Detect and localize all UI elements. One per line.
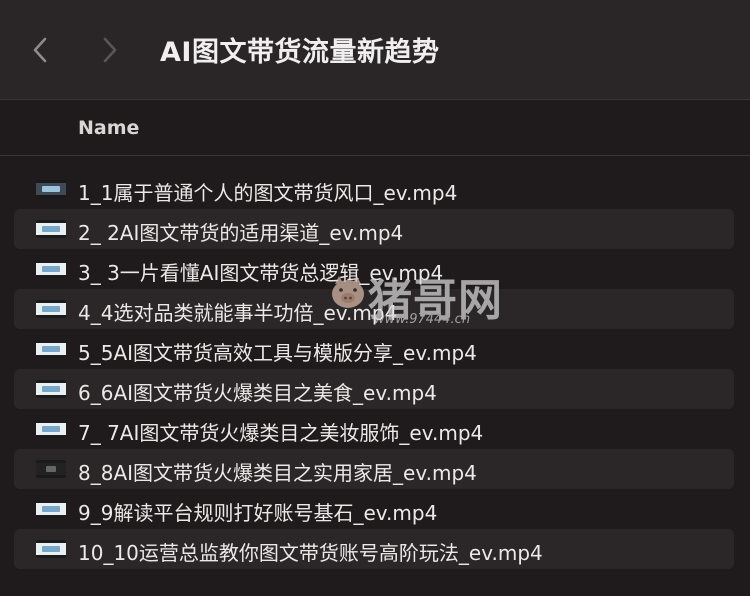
video-file-icon [36, 420, 66, 438]
video-file-icon [36, 460, 66, 478]
video-file-icon [36, 220, 66, 238]
file-row[interactable]: 4_4选对品类就能事半功倍_ev.mp4 [14, 289, 734, 329]
file-name: 1_1属于普通个人的图文带货风口_ev.mp4 [78, 181, 458, 205]
video-file-icon [36, 500, 66, 518]
file-row[interactable]: 8_8AI图文带货火爆类目之实用家居_ev.mp4 [14, 449, 734, 489]
file-name: 3_ 3一片看懂AI图文带货总逻辑_ev.mp4 [78, 261, 444, 285]
video-file-icon [36, 340, 66, 358]
forward-button[interactable] [90, 28, 130, 72]
chevron-left-icon [33, 37, 47, 63]
file-name: 2_ 2AI图文带货的适用渠道_ev.mp4 [78, 221, 404, 245]
file-name: 6_6AI图文带货火爆类目之美食_ev.mp4 [78, 381, 437, 405]
list-header: Name [0, 100, 750, 156]
file-row[interactable]: 7_ 7AI图文带货火爆类目之美妆服饰_ev.mp4 [14, 409, 734, 449]
video-file-icon [36, 540, 66, 558]
file-name: 9_9解读平台规则打好账号基石_ev.mp4 [78, 501, 438, 525]
finder-window: AI图文带货流量新趋势 Name 1_1属于普通个人的图文带货风口_ev.mp4… [0, 0, 750, 596]
file-row[interactable]: 5_5AI图文带货高效工具与模版分享_ev.mp4 [14, 329, 734, 369]
file-name: 10_10运营总监教你图文带货账号高阶玩法_ev.mp4 [78, 541, 543, 565]
file-row[interactable]: 6_6AI图文带货火爆类目之美食_ev.mp4 [14, 369, 734, 409]
back-button[interactable] [20, 28, 60, 72]
window-title: AI图文带货流量新趋势 [160, 37, 440, 68]
file-name: 8_8AI图文带货火爆类目之实用家居_ev.mp4 [78, 461, 477, 485]
file-row[interactable]: 3_ 3一片看懂AI图文带货总逻辑_ev.mp4 [14, 249, 734, 289]
chevron-right-icon [103, 37, 117, 63]
file-name: 5_5AI图文带货高效工具与模版分享_ev.mp4 [78, 341, 477, 365]
file-name: 7_ 7AI图文带货火爆类目之美妆服饰_ev.mp4 [78, 421, 484, 445]
file-row[interactable]: 1_1属于普通个人的图文带货风口_ev.mp4 [14, 169, 734, 209]
file-list: 1_1属于普通个人的图文带货风口_ev.mp4 2_ 2AI图文带货的适用渠道_… [0, 169, 750, 569]
video-file-icon [36, 380, 66, 398]
video-file-icon [36, 260, 66, 278]
name-column-header[interactable]: Name [78, 117, 139, 139]
video-file-icon [36, 300, 66, 318]
file-row[interactable]: 10_10运营总监教你图文带货账号高阶玩法_ev.mp4 [14, 529, 734, 569]
file-row[interactable]: 9_9解读平台规则打好账号基石_ev.mp4 [14, 489, 734, 529]
toolbar: AI图文带货流量新趋势 [0, 0, 750, 100]
file-row[interactable]: 2_ 2AI图文带货的适用渠道_ev.mp4 [14, 209, 734, 249]
video-file-icon [36, 180, 66, 198]
file-name: 4_4选对品类就能事半功倍_ev.mp4 [78, 301, 398, 325]
